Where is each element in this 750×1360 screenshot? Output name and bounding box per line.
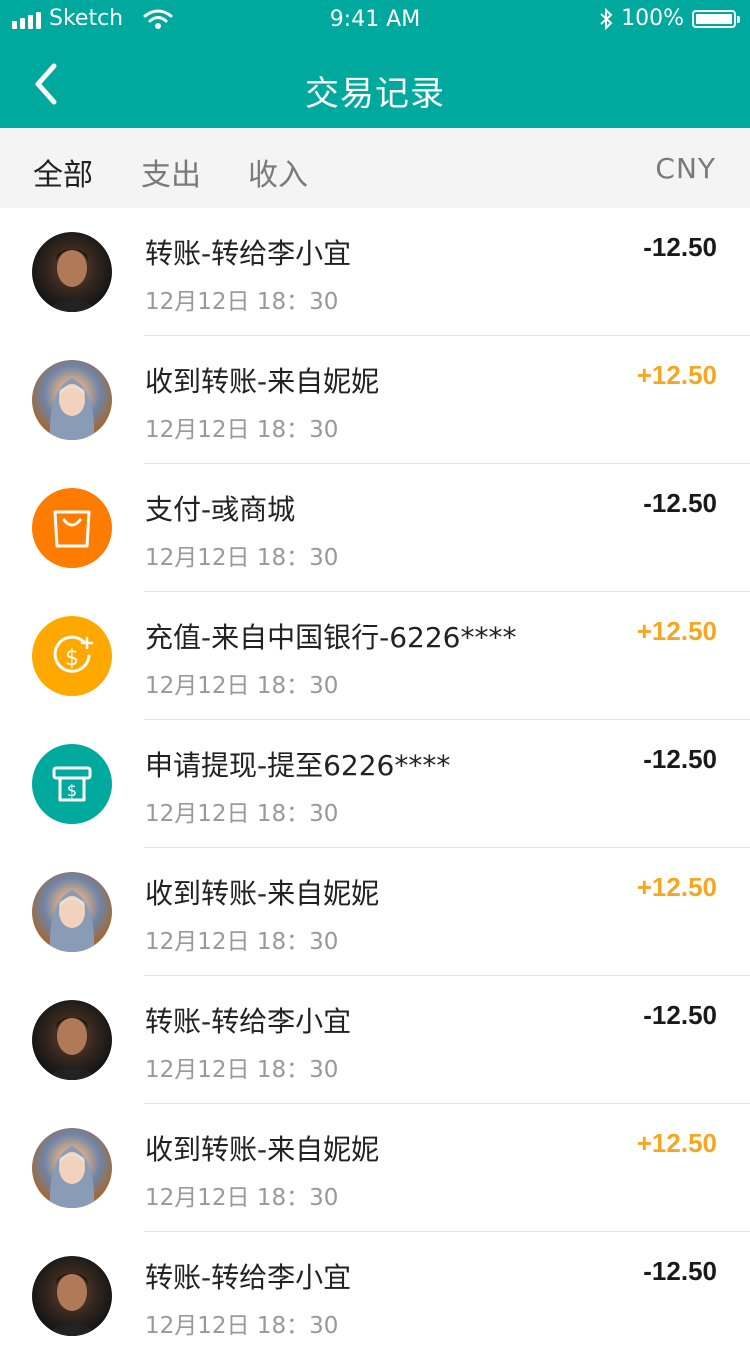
status-right: 100% <box>599 6 740 31</box>
transaction-time: 12月12日 18：30 <box>145 801 339 827</box>
transaction-amount: -12.50 <box>643 1000 717 1030</box>
male-avatar <box>32 1256 112 1336</box>
battery-percent: 100% <box>621 6 684 31</box>
transaction-title: 充值-来自中国银行-6226**** <box>145 621 517 654</box>
transaction-time: 12月12日 18：30 <box>145 545 339 571</box>
transaction-title: 转账-转给李小宜 <box>145 237 352 270</box>
transaction-amount: -12.50 <box>643 744 717 774</box>
tab-expense[interactable]: 支出 <box>141 150 201 194</box>
bluetooth-icon <box>600 7 613 30</box>
transaction-time: 12月12日 18：30 <box>145 673 339 699</box>
male-avatar <box>32 1000 112 1080</box>
transaction-amount: -12.50 <box>643 488 717 518</box>
transaction-amount: -12.50 <box>643 232 717 262</box>
battery-icon <box>692 9 740 28</box>
transaction-amount: +12.50 <box>636 1128 717 1158</box>
transaction-time: 12月12日 18：30 <box>145 929 339 955</box>
transaction-title: 支付-彧商城 <box>145 493 296 526</box>
transaction-time: 12月12日 18：30 <box>145 1057 339 1083</box>
status-bar: Sketch 9:41 AM 100% <box>0 0 750 40</box>
list-item[interactable]: 支付-彧商城 12月12日 18：30 -12.50 <box>0 464 750 592</box>
female-avatar <box>32 872 112 952</box>
svg-text:$: $ <box>67 781 77 800</box>
list-item[interactable]: 转账-转给李小宜 12月12日 18：30 -12.50 <box>0 208 750 336</box>
transaction-title: 收到转账-来自妮妮 <box>145 877 380 910</box>
coin-plus-icon: $ <box>32 616 112 696</box>
list-item[interactable]: 收到转账-来自妮妮 12月12日 18：30 +12.50 <box>0 1104 750 1232</box>
currency-selector[interactable]: CNY <box>655 152 716 185</box>
svg-text:$: $ <box>65 646 79 671</box>
transaction-title: 转账-转给李小宜 <box>145 1261 352 1294</box>
header: Sketch 9:41 AM 100% 交易记录 <box>0 0 750 128</box>
transaction-amount: +12.50 <box>636 616 717 646</box>
transaction-time: 12月12日 18：30 <box>145 1313 339 1339</box>
nav-bar: 交易记录 <box>0 40 750 128</box>
list-item[interactable]: $ 充值-来自中国银行-6226**** 12月12日 18：30 +12.50 <box>0 592 750 720</box>
tab-income[interactable]: 收入 <box>248 150 308 194</box>
male-avatar <box>32 232 112 312</box>
female-avatar <box>32 360 112 440</box>
transaction-amount: +12.50 <box>636 872 717 902</box>
transaction-title: 收到转账-来自妮妮 <box>145 1133 380 1166</box>
list-item[interactable]: 收到转账-来自妮妮 12月12日 18：30 +12.50 <box>0 848 750 976</box>
transaction-time: 12月12日 18：30 <box>145 1185 339 1211</box>
transaction-title: 收到转账-来自妮妮 <box>145 365 380 398</box>
shopping-bag-icon <box>32 488 112 568</box>
list-item[interactable]: 收到转账-来自妮妮 12月12日 18：30 +12.50 <box>0 336 750 464</box>
transaction-list: 转账-转给李小宜 12月12日 18：30 -12.50 收到转账-来自妮妮 1… <box>0 208 750 1360</box>
transaction-time: 12月12日 18：30 <box>145 289 339 315</box>
list-item[interactable]: 转账-转给李小宜 12月12日 18：30 -12.50 <box>0 1232 750 1360</box>
transaction-title: 转账-转给李小宜 <box>145 1005 352 1038</box>
list-item[interactable]: 转账-转给李小宜 12月12日 18：30 -12.50 <box>0 976 750 1104</box>
transaction-time: 12月12日 18：30 <box>145 417 339 443</box>
transaction-amount: +12.50 <box>636 360 717 390</box>
tab-all[interactable]: 全部 <box>33 150 93 194</box>
filter-tabs: 全部 支出 收入 CNY <box>0 128 750 208</box>
transaction-amount: -12.50 <box>643 1256 717 1286</box>
atm-withdraw-icon: $ <box>32 744 112 824</box>
list-item[interactable]: $ 申请提现-提至6226**** 12月12日 18：30 -12.50 <box>0 720 750 848</box>
page-title: 交易记录 <box>305 74 445 114</box>
transaction-title: 申请提现-提至6226**** <box>145 749 451 782</box>
female-avatar <box>32 1128 112 1208</box>
